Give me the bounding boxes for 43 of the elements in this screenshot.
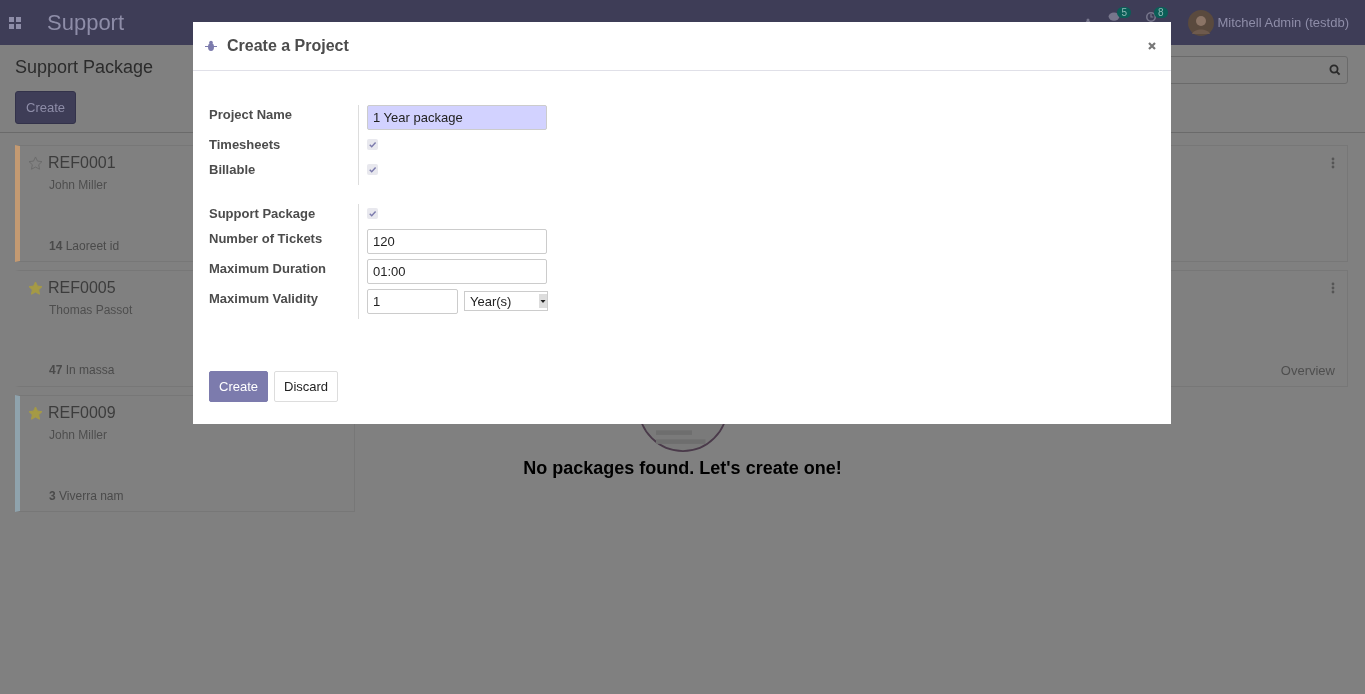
- create-button[interactable]: Create: [15, 91, 77, 124]
- caret-icon: [539, 293, 547, 309]
- text-field[interactable]: 01:00: [367, 259, 547, 284]
- filled-star-icon[interactable]: [28, 280, 43, 296]
- field-label: Support Package: [209, 204, 359, 229]
- text-field[interactable]: 120: [367, 229, 547, 254]
- card-reference: REF0009: [48, 404, 116, 422]
- activity-count-badge: 8: [1153, 6, 1168, 18]
- empty-state-message: No packages found. Let's create one!: [523, 458, 842, 479]
- field-label: Billable: [209, 160, 359, 185]
- app-name: Support: [47, 9, 125, 36]
- messages-button[interactable]: 5: [1108, 6, 1131, 22]
- app-grid-icon[interactable]: [9, 16, 21, 29]
- card-reference: REF0001: [48, 154, 116, 172]
- card-reference: REF0005: [48, 279, 116, 297]
- field-label: Maximum Validity: [209, 289, 359, 319]
- activities-button[interactable]: 8: [1144, 6, 1168, 22]
- text-field[interactable]: 1 Year package: [367, 105, 547, 130]
- kebab-menu-icon[interactable]: [1331, 282, 1335, 294]
- unit-select[interactable]: Year(s): [464, 291, 548, 311]
- breadcrumb: Support Package: [15, 57, 154, 78]
- discard-button[interactable]: Discard: [274, 371, 339, 402]
- checkbox[interactable]: [367, 139, 378, 150]
- filled-star-icon[interactable]: [28, 405, 43, 421]
- bug-icon: [205, 40, 217, 52]
- user-name[interactable]: Mitchell Admin (testdb): [1217, 15, 1349, 30]
- checkbox[interactable]: [367, 164, 378, 175]
- avatar[interactable]: [1187, 9, 1214, 36]
- search-field[interactable]: [1168, 56, 1348, 84]
- search-icon[interactable]: [1329, 64, 1341, 76]
- field-label: Timesheets: [209, 135, 359, 160]
- create-button[interactable]: Create: [209, 371, 269, 402]
- chat-icon: [1108, 11, 1121, 22]
- field-label: Project Name: [209, 105, 359, 135]
- message-count-badge: 5: [1117, 6, 1131, 18]
- field-label: Number of Tickets: [209, 229, 359, 259]
- kebab-menu-icon[interactable]: [1331, 157, 1335, 169]
- clock-icon: [1144, 11, 1157, 22]
- field-label: Maximum Duration: [209, 259, 359, 289]
- checkbox[interactable]: [367, 208, 378, 219]
- dialog-title: Create a Project: [227, 37, 349, 55]
- number-field[interactable]: 1: [367, 289, 458, 314]
- close-icon[interactable]: [1147, 41, 1157, 51]
